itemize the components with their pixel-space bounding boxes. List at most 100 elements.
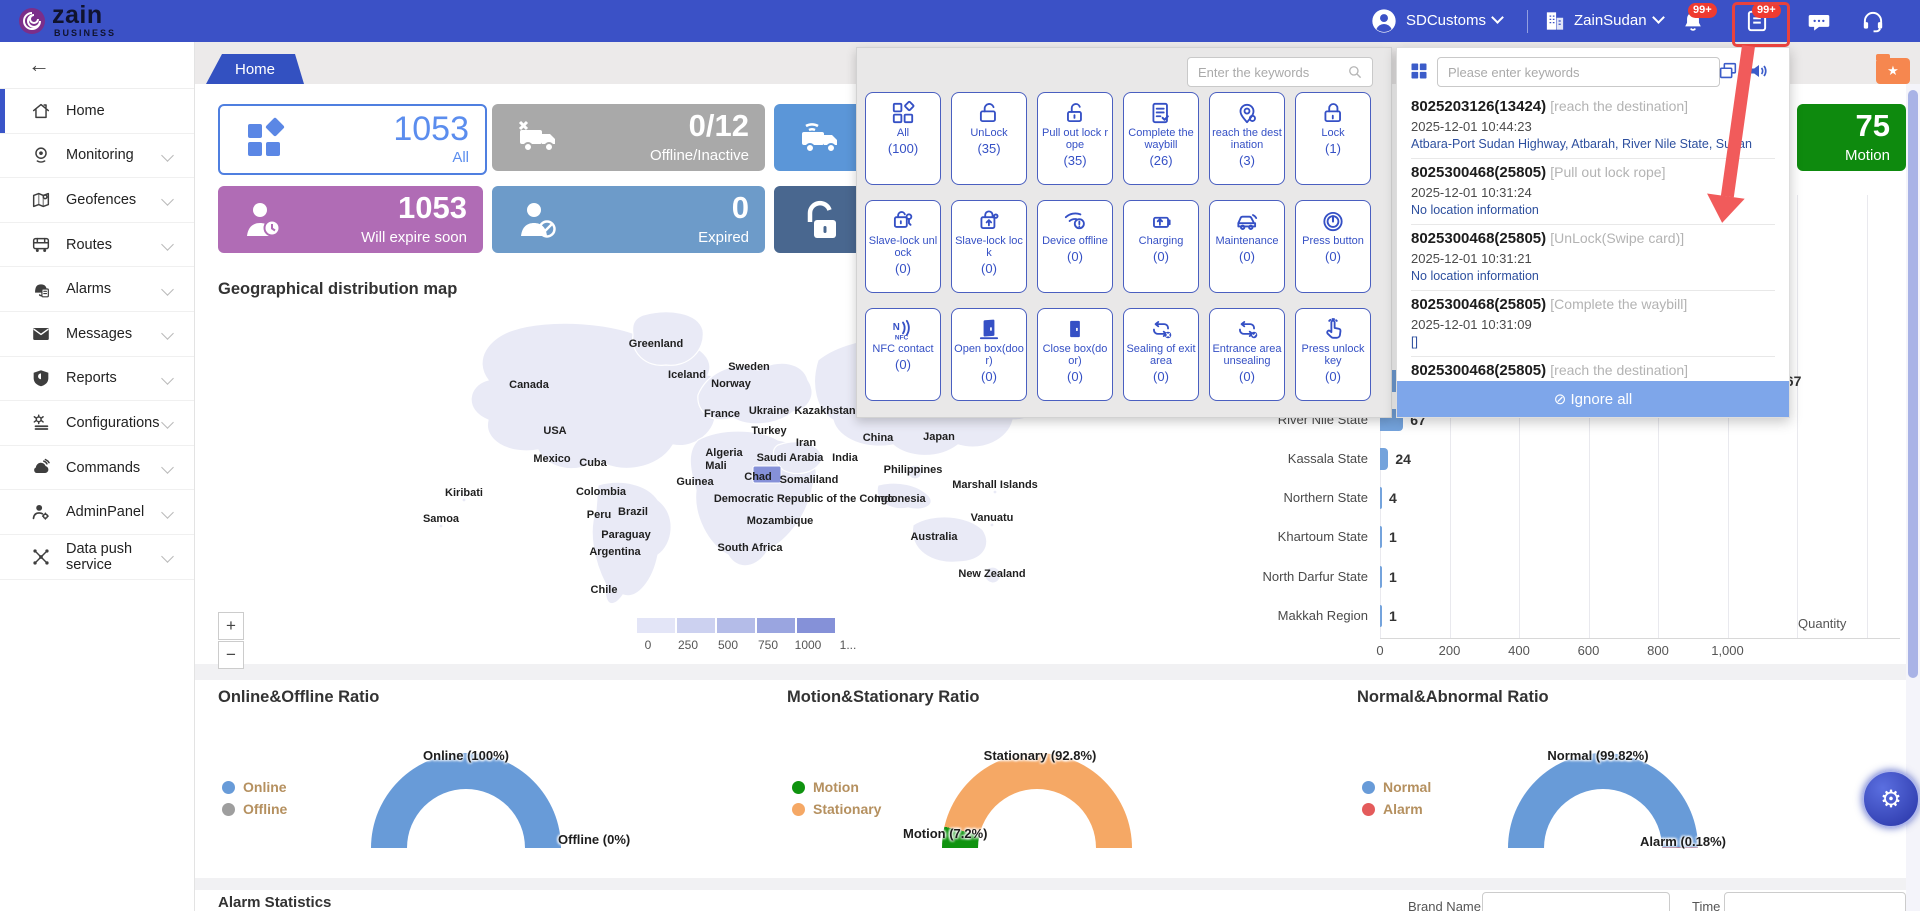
org-menu[interactable]: ZainSudan	[1574, 12, 1663, 29]
filter-search-box[interactable]	[1187, 57, 1373, 87]
sidebar-item-label: Messages	[66, 326, 163, 342]
filter-card-press-unlock-key[interactable]: Press unlock key (0)	[1295, 308, 1371, 401]
notification-location-link[interactable]: No location information	[1411, 269, 1775, 283]
organization-icon[interactable]	[1542, 8, 1568, 34]
sidebar-item-configurations[interactable]: Configurations	[0, 401, 194, 446]
sidebar-item-adminpanel[interactable]: AdminPanel	[0, 490, 194, 535]
filter-grid: All (100) UnLock (35) Pull out lock rope…	[865, 92, 1383, 401]
search-icon[interactable]	[1346, 63, 1364, 81]
legend-dot	[222, 803, 235, 816]
map-country-label: China	[863, 432, 894, 444]
notification-item[interactable]: 8025300468(25805) [UnLock(Swipe card)]20…	[1411, 230, 1775, 283]
bar-Northern State[interactable]	[1380, 487, 1382, 509]
stat-card-will-expire[interactable]: 1053 Will expire soon	[218, 186, 483, 253]
legend-normal-abnormal: Normal Alarm	[1362, 776, 1431, 820]
sidebar-item-home[interactable]: Home	[0, 89, 194, 134]
headset-support-icon[interactable]	[1860, 8, 1886, 34]
sidebar-item-label: AdminPanel	[66, 504, 163, 520]
x-axis-tick: 200	[1420, 643, 1480, 658]
route-icon	[30, 234, 52, 256]
sidebar-item-geofences[interactable]: Geofences	[0, 178, 194, 223]
grid-view-icon[interactable]	[1409, 61, 1429, 81]
filter-card-count: (0)	[895, 357, 911, 372]
filter-card-charging[interactable]: Charging (0)	[1123, 200, 1199, 293]
filter-search-input[interactable]	[1196, 64, 1346, 81]
user-avatar[interactable]	[1370, 7, 1398, 35]
bar-Makkah Region[interactable]	[1380, 605, 1382, 627]
tab-home[interactable]: Home	[206, 54, 304, 84]
notif-search-box[interactable]	[1437, 57, 1720, 87]
notification-event-tag: [UnLock(Swipe card)]	[1550, 230, 1684, 246]
filter-card-label: Complete the waybill	[1124, 127, 1198, 151]
sidebar-item-messages[interactable]: Messages	[0, 312, 194, 357]
notification-location-link[interactable]: []	[1411, 335, 1775, 349]
stat-card-all[interactable]: 1053 All	[218, 104, 487, 175]
filter-card-unlock[interactable]: UnLock (35)	[951, 92, 1027, 185]
command-icon	[30, 457, 52, 479]
notif-search-input[interactable]	[1446, 64, 1711, 81]
filter-card-all[interactable]: All (100)	[865, 92, 941, 185]
map-zoom-in-button[interactable]: +	[218, 612, 244, 640]
map-country-label: Kazakhstan	[794, 405, 855, 417]
sidebar-item-alarms[interactable]: Alarms	[0, 267, 194, 312]
filter-card-entrance-area-unsealing[interactable]: Entrance area unsealing (0)	[1209, 308, 1285, 401]
admin-icon	[30, 501, 52, 523]
favorites-folder-icon[interactable]: ★	[1876, 58, 1910, 84]
open-in-window-icon[interactable]	[1717, 60, 1739, 82]
scrollbar-thumb[interactable]	[1908, 90, 1918, 678]
legend-item-stationary[interactable]: Stationary	[792, 798, 881, 820]
legend-item-normal[interactable]: Normal	[1362, 776, 1431, 798]
filter-card-maintenance[interactable]: Maintenance (0)	[1209, 200, 1285, 293]
filter-card-pull-out-lock-rope[interactable]: Pull out lock rope (35)	[1037, 92, 1113, 185]
legend-item-alarm[interactable]: Alarm	[1362, 798, 1431, 820]
stat-card-motion[interactable]: 75 Motion	[1797, 104, 1906, 171]
filter-card-slave-lock-lock[interactable]: Slave-lock lock (0)	[951, 200, 1027, 293]
chevron-down-icon	[161, 372, 174, 385]
user-menu[interactable]: SDCustoms	[1406, 12, 1502, 29]
brand-filter-select[interactable]	[1482, 892, 1670, 911]
sidebar-item-routes[interactable]: Routes	[0, 223, 194, 268]
collapse-sidebar-arrow-icon[interactable]: ←	[28, 52, 50, 78]
bar-Khartoum State[interactable]	[1380, 526, 1382, 548]
bar-North Darfur State[interactable]	[1380, 566, 1382, 588]
legend-item-offline[interactable]: Offline	[222, 798, 287, 820]
filter-card-slave-lock-unlock[interactable]: Slave-lock unlock (0)	[865, 200, 941, 293]
filter-card-complete-the-waybill[interactable]: Complete the waybill (26)	[1123, 92, 1199, 185]
notification-item[interactable]: 8025300468(25805) [reach the destination…	[1411, 362, 1775, 379]
ignore-all-button[interactable]: ⊘ Ignore all	[1397, 381, 1789, 417]
settings-float-button[interactable]: ⚙	[1862, 770, 1920, 828]
legend-item-online[interactable]: Online	[222, 776, 287, 798]
map-country-label: Democratic Republic of the Congo	[714, 493, 894, 505]
stat-card-offline-inactive[interactable]: 0/12 Offline/Inactive	[492, 104, 765, 171]
bar-Kassala State[interactable]	[1380, 448, 1388, 470]
sidebar-item-commands[interactable]: Commands	[0, 446, 194, 491]
filter-card-reach-the-destination[interactable]: reach the destination (3)	[1209, 92, 1285, 185]
chat-icon[interactable]	[1806, 9, 1832, 35]
filter-card-open-box-door-[interactable]: Open box(door) (0)	[951, 308, 1027, 401]
notification-location-link[interactable]: Atbara-Port Sudan Highway, Atbarah, Rive…	[1411, 137, 1775, 151]
sidebar-item-label: Monitoring	[66, 147, 163, 163]
zain-logo-icon[interactable]	[16, 5, 48, 37]
filter-card-nfc-contact[interactable]: NNFC NFC contact (0)	[865, 308, 941, 401]
unlock-padlock-icon	[796, 196, 844, 244]
filter-card-device-offline[interactable]: Device offline (0)	[1037, 200, 1113, 293]
stat-card-expired[interactable]: 0 Expired	[492, 186, 765, 253]
legend-item-motion[interactable]: Motion	[792, 776, 881, 798]
sidebar-item-data-push-service[interactable]: Data push service	[0, 535, 194, 580]
sidebar-item-monitoring[interactable]: Monitoring	[0, 134, 194, 179]
chevron-down-icon	[161, 149, 174, 162]
time-filter-select[interactable]	[1724, 892, 1906, 911]
closedoor-icon	[1062, 316, 1088, 342]
map-title: Geographical distribution map	[218, 280, 457, 299]
map-country-label: Argentina	[589, 546, 640, 558]
notification-item[interactable]: 8025203126(13424) [reach the destination…	[1411, 98, 1775, 151]
filter-card-press-button[interactable]: Press button (0)	[1295, 200, 1371, 293]
notification-item[interactable]: 8025300468(25805) [Complete the waybill]…	[1411, 296, 1775, 349]
brand-name: zain	[52, 1, 103, 30]
filter-card-sealing-of-exit-area[interactable]: Sealing of exit area (0)	[1123, 308, 1199, 401]
sidebar-item-reports[interactable]: Reports	[0, 357, 194, 402]
filter-card-lock[interactable]: Lock (1)	[1295, 92, 1371, 185]
map-zoom-out-button[interactable]: −	[218, 641, 244, 669]
time-filter-label: Time	[1692, 899, 1720, 911]
filter-card-close-box-door-[interactable]: Close box(door) (0)	[1037, 308, 1113, 401]
